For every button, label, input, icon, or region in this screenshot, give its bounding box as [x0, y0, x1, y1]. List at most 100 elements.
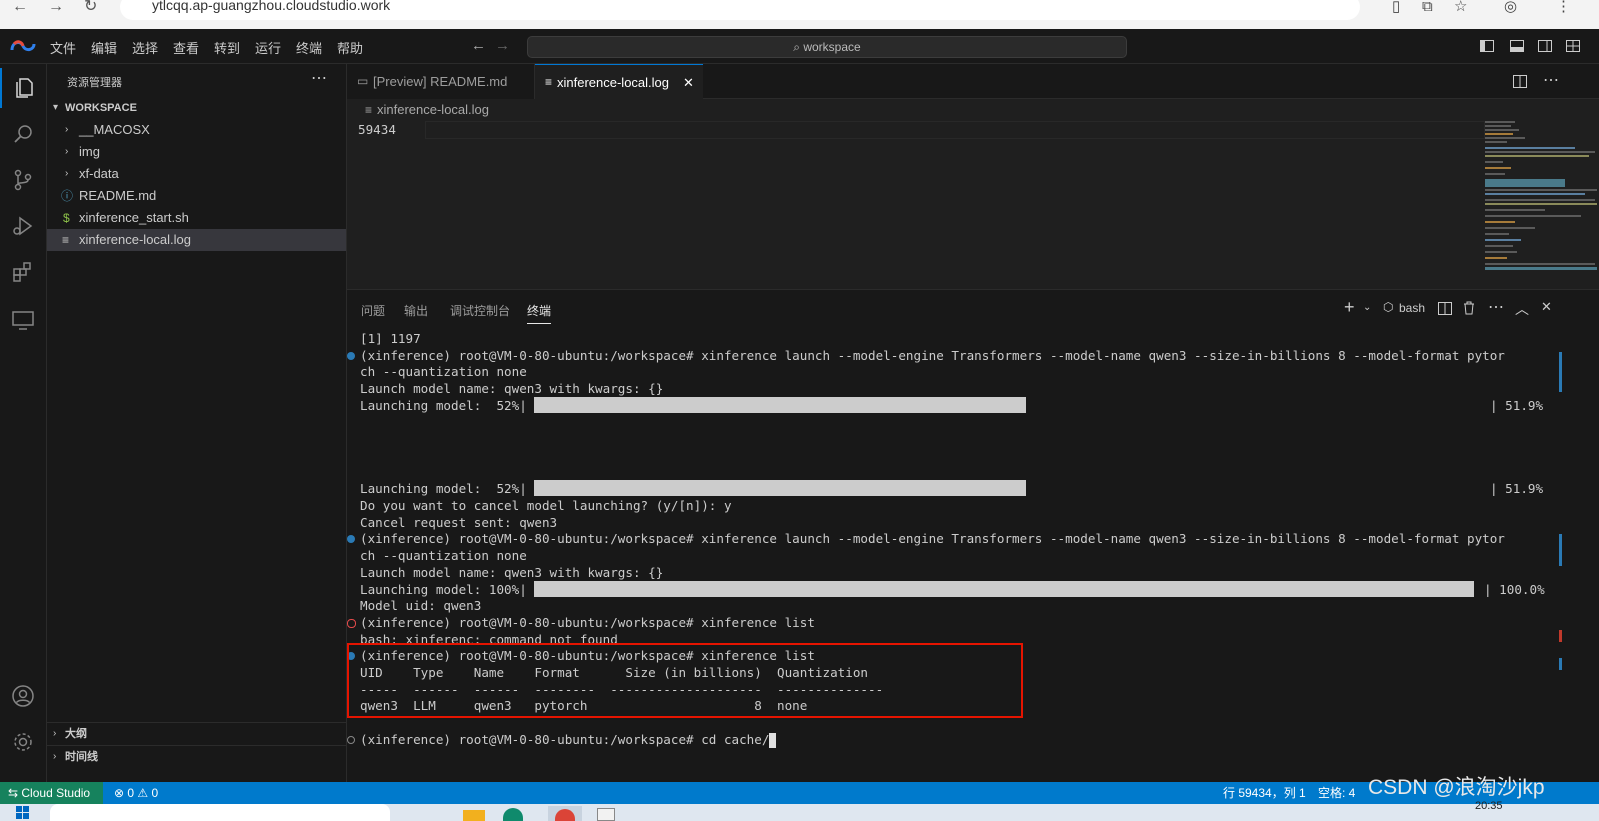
chevron-right-icon: ›	[65, 168, 69, 179]
command-pending-dot	[347, 735, 355, 744]
run-debug-button[interactable]	[0, 206, 47, 246]
toggle-secondary-sidebar-icon[interactable]	[1538, 40, 1552, 52]
menu-edit[interactable]: 编辑	[91, 38, 117, 57]
chevron-right-icon: ›	[65, 146, 69, 157]
terminal-line-text: [1] 1197	[360, 331, 421, 346]
editor-area[interactable]: 59434	[347, 121, 1599, 289]
terminal-line-text: Cancel request sent: qwen3	[360, 514, 558, 530]
install-icon[interactable]: ⧉	[1422, 0, 1433, 14]
outline-section[interactable]: › 大纲	[47, 723, 346, 745]
extensions-button[interactable]	[0, 252, 47, 292]
chevron-right-icon: ›	[65, 124, 69, 135]
chrome-taskbar-slot[interactable]	[548, 806, 582, 821]
scroll-marker	[1559, 352, 1562, 392]
progress-bar-fill	[534, 480, 1026, 497]
tab-terminal[interactable]: 终端	[527, 302, 552, 324]
nav-forward-icon[interactable]: →	[495, 37, 510, 54]
address-bar[interactable]: ytlcqq.ap-guangzhou.cloudstudio.work	[120, 0, 1360, 20]
nav-back-icon[interactable]: ←	[471, 37, 486, 54]
command-center-search[interactable]: ⌕ workspace	[527, 36, 1127, 58]
search-button[interactable]	[0, 114, 47, 154]
terminal-line: (xinference) root@VM-0-80-ubuntu:/worksp…	[347, 731, 777, 748]
maximize-panel-icon[interactable]: ︿	[1515, 299, 1529, 319]
problems-status[interactable]: ⊗ 0 ⚠ 0	[114, 782, 158, 804]
url-text: ytlcqq.ap-guangzhou.cloudstudio.work	[152, 0, 391, 13]
tab-output[interactable]: 输出	[404, 302, 428, 319]
remote-label: Cloud Studio	[21, 786, 91, 800]
cursor-position[interactable]: 行 59434，列 1	[1223, 782, 1306, 804]
tab-debug-console[interactable]: 调试控制台	[450, 302, 510, 319]
menu-go[interactable]: 转到	[214, 38, 240, 57]
tab-readme-preview[interactable]: ▭ [Preview] README.md	[347, 64, 535, 99]
clock: 20:35	[1475, 800, 1503, 812]
chevron-down-icon[interactable]: ⌄	[1363, 302, 1371, 313]
customize-layout-icon[interactable]	[1566, 40, 1580, 52]
search-icon	[14, 125, 32, 143]
close-panel-icon[interactable]: ✕	[1541, 299, 1552, 315]
bookmark-icon[interactable]: ▯	[1392, 0, 1400, 14]
menu-terminal[interactable]: 终端	[296, 38, 322, 57]
close-icon[interactable]: ✕	[683, 65, 694, 100]
remote-indicator[interactable]: ⇆ Cloud Studio	[0, 782, 103, 804]
explorer-button[interactable]	[0, 68, 47, 108]
tab-problems[interactable]: 问题	[361, 302, 385, 319]
edge-icon[interactable]	[503, 808, 523, 821]
source-control-button[interactable]	[0, 160, 47, 200]
file-explorer-icon[interactable]	[463, 810, 485, 821]
timeline-section[interactable]: › 时间线	[47, 746, 346, 768]
more-actions-icon[interactable]: ⋯	[1543, 70, 1559, 90]
bottom-panel: 问题 输出 调试控制台 终端 + ⌄ ⬡ bash ⋯ ︿ ✕ [1] 1197…	[347, 289, 1599, 782]
terminal-line-text: Do you want to cancel model launching? (…	[360, 498, 732, 513]
shell-name[interactable]: bash	[1399, 301, 1425, 315]
more-icon[interactable]: ⋮	[1556, 0, 1571, 14]
taskbar-search[interactable]	[50, 804, 390, 821]
tab-label: [Preview] README.md	[373, 74, 508, 89]
toggle-panel-icon[interactable]	[1510, 40, 1524, 52]
more-actions-icon[interactable]: ⋯	[311, 68, 327, 88]
new-terminal-icon[interactable]: +	[1344, 297, 1355, 318]
terminal-line-text: ch --quantization none	[360, 548, 527, 564]
tree-item-img[interactable]: › img	[47, 141, 346, 163]
menu-run[interactable]: 运行	[255, 38, 281, 57]
forward-icon[interactable]: →	[48, 0, 64, 15]
profile-icon[interactable]: ◎	[1504, 0, 1517, 14]
editor-tabs: ▭ [Preview] README.md ≡ xinference-local…	[347, 64, 1599, 99]
tree-item-xinference-start[interactable]: $ xinference_start.sh	[47, 207, 346, 229]
tree-item-xinference-log[interactable]: ≡ xinference-local.log	[47, 229, 346, 251]
terminal-line-text: Launching model: 100%|	[360, 581, 527, 597]
menu-selection[interactable]: 选择	[132, 38, 158, 57]
terminal-line-text: Model uid: qwen3	[360, 598, 482, 614]
menu-view[interactable]: 查看	[173, 38, 199, 57]
trash-icon[interactable]	[1463, 301, 1475, 315]
tree-item-xf-data[interactable]: › xf-data	[47, 163, 346, 185]
tree-item-readme[interactable]: ⓘ README.md	[47, 185, 346, 207]
files-icon	[16, 78, 33, 98]
remote-explorer-button[interactable]	[0, 300, 47, 340]
scroll-marker	[1559, 534, 1562, 566]
notepad-icon[interactable]	[597, 808, 615, 821]
indentation[interactable]: 空格: 4	[1318, 782, 1355, 804]
progress-percent: | 51.9%	[1490, 481, 1544, 497]
terminal-line: Launching model: 52%| | 51.9%	[360, 396, 1543, 414]
minimap[interactable]	[1485, 121, 1599, 289]
toggle-primary-sidebar-icon[interactable]	[1480, 40, 1494, 52]
scroll-marker	[1559, 658, 1562, 670]
menu-file[interactable]: 文件	[50, 38, 76, 57]
preview-icon: ▭	[357, 74, 369, 88]
manage-button[interactable]	[0, 722, 47, 762]
tree-item-macosx[interactable]: › __MACOSX	[47, 119, 346, 141]
accounts-button[interactable]	[0, 676, 47, 716]
menu-help[interactable]: 帮助	[337, 38, 363, 57]
breadcrumb-item[interactable]: xinference-local.log	[377, 99, 489, 121]
split-terminal-icon[interactable]	[1438, 302, 1452, 315]
back-icon[interactable]: ←	[12, 0, 28, 15]
workspace-header[interactable]: ▾ WORKSPACE	[47, 97, 346, 119]
command-success-dot	[347, 535, 355, 544]
split-editor-icon[interactable]	[1513, 75, 1527, 88]
reload-icon[interactable]: ↻	[84, 0, 97, 15]
tree-item-label: xf-data	[79, 166, 119, 181]
more-actions-icon[interactable]: ⋯	[1488, 297, 1504, 317]
tab-xinference-log[interactable]: ≡ xinference-local.log ✕	[535, 64, 703, 99]
windows-start-icon[interactable]	[16, 806, 30, 820]
star-icon[interactable]: ☆	[1454, 0, 1467, 14]
